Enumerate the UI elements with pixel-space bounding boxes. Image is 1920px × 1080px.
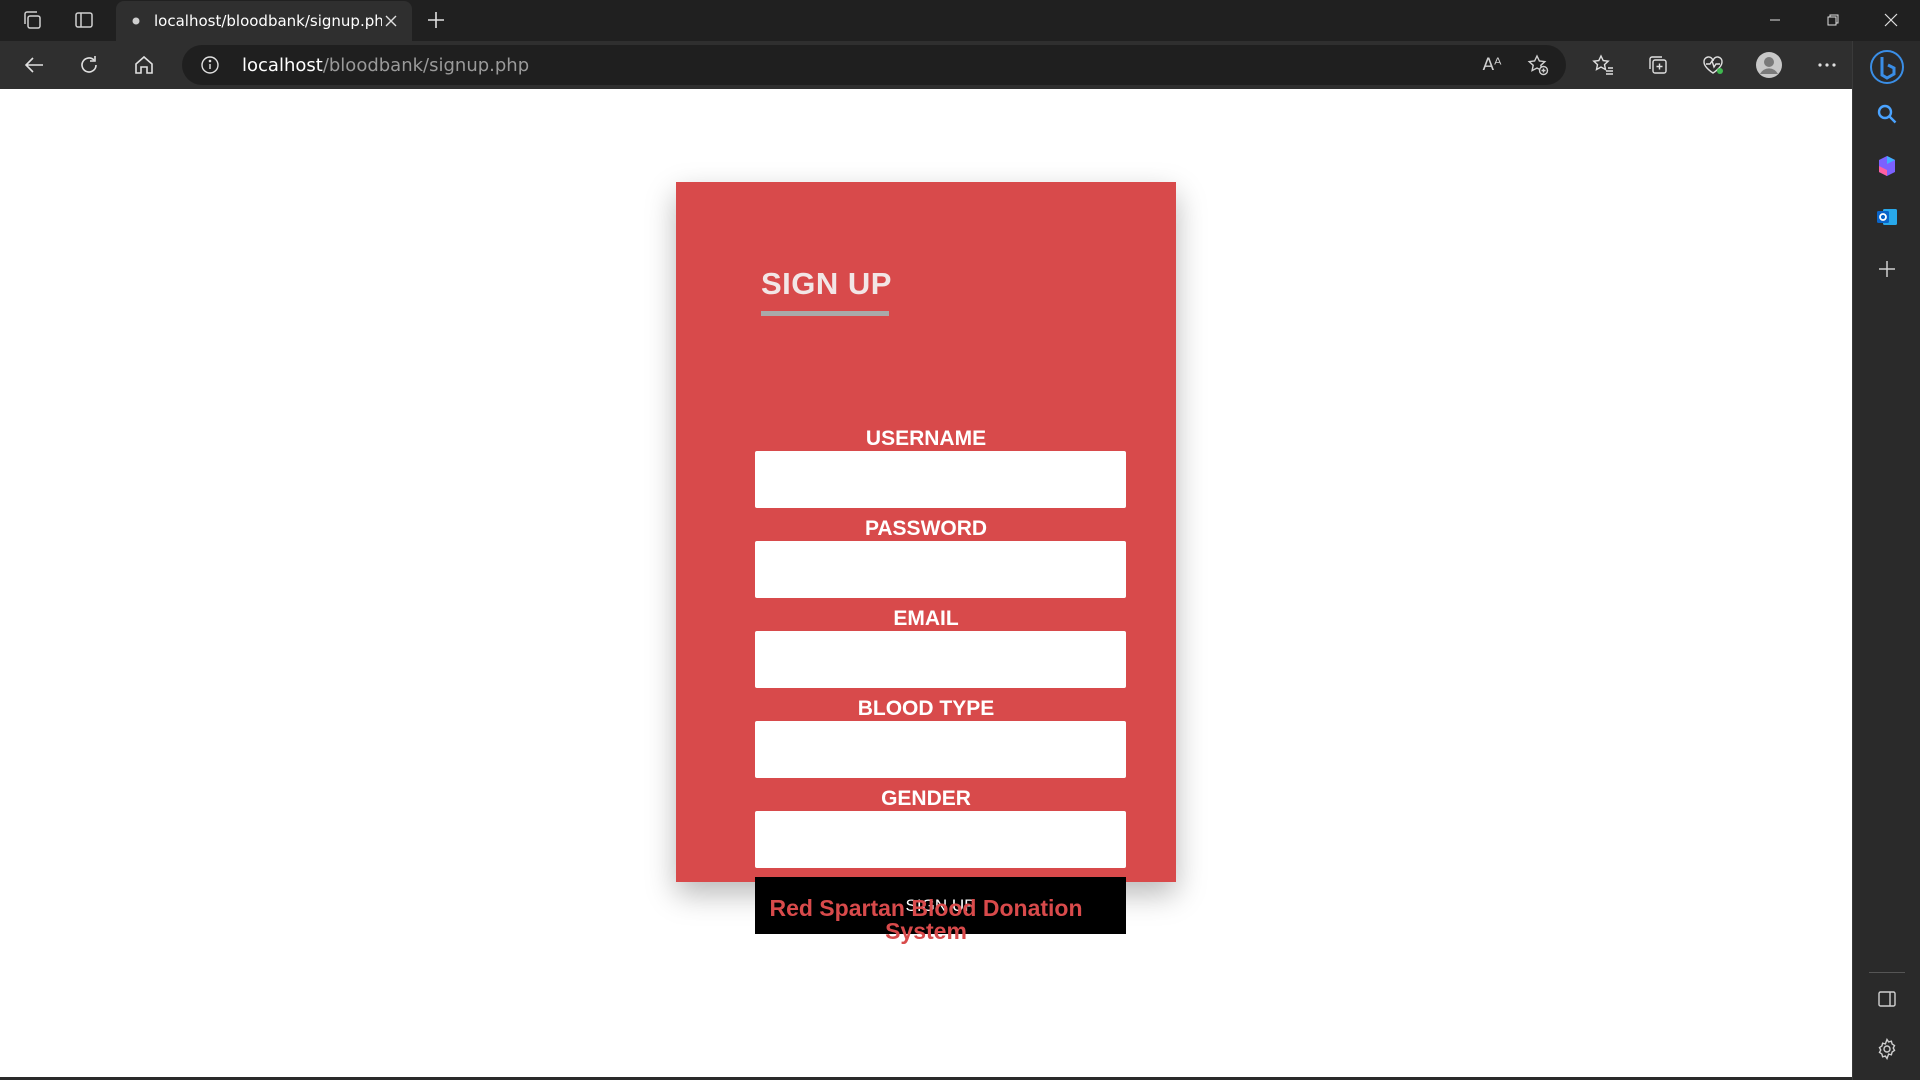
- password-label: PASSWORD: [864, 517, 988, 540]
- collections-icon[interactable]: [1644, 51, 1672, 79]
- tab-title: localhost/bloodbank/signup.php: [154, 12, 382, 30]
- browser-sidebar: [1852, 41, 1920, 1080]
- more-options-icon[interactable]: [1813, 51, 1841, 79]
- browser-toolbar: localhost/bloodbank/signup.php Aᴬ: [0, 41, 1920, 89]
- read-aloud-icon[interactable]: Aᴬ: [1480, 53, 1504, 77]
- profile-avatar-icon[interactable]: [1755, 51, 1783, 79]
- bing-chat-icon[interactable]: [1869, 49, 1905, 85]
- sidebar-divider: [1869, 972, 1905, 973]
- system-name-text: Red Spartan Blood Donation System: [769, 895, 1083, 944]
- workspaces-icon[interactable]: [20, 8, 44, 32]
- url-host: localhost: [242, 55, 323, 76]
- page-favicon-icon: [128, 13, 144, 29]
- refresh-icon[interactable]: [75, 51, 103, 79]
- form-title: SIGN UP: [761, 266, 892, 301]
- copilot-icon[interactable]: [1873, 152, 1901, 180]
- address-bar[interactable]: localhost/bloodbank/signup.php Aᴬ: [182, 45, 1566, 85]
- active-tab[interactable]: localhost/bloodbank/signup.php: [116, 1, 412, 41]
- search-icon[interactable]: [1873, 100, 1901, 128]
- site-info-icon[interactable]: [200, 55, 220, 75]
- add-icon[interactable]: [1873, 255, 1901, 283]
- sidebar-toggle-icon[interactable]: [1873, 985, 1901, 1013]
- url-text[interactable]: localhost/bloodbank/signup.php: [242, 55, 529, 76]
- tab-actions-icon[interactable]: [72, 8, 96, 32]
- home-icon[interactable]: [130, 51, 158, 79]
- url-path: /bloodbank/signup.php: [322, 55, 530, 76]
- blood-type-input[interactable]: [755, 721, 1126, 778]
- page-content: SIGN UP USERNAME PASSWORD EMAIL BLOOD TY…: [0, 89, 1852, 1077]
- browser-essentials-icon[interactable]: [1699, 51, 1727, 79]
- read-aloud-glyph: Aᴬ: [1482, 55, 1502, 75]
- username-input[interactable]: [755, 451, 1126, 508]
- new-tab-icon[interactable]: [424, 8, 448, 32]
- outlook-icon[interactable]: [1873, 203, 1901, 231]
- title-underline: [761, 311, 889, 316]
- already-registered-link[interactable]: Already Registered: [676, 943, 1176, 967]
- minimize-icon[interactable]: [1757, 6, 1793, 34]
- gender-input[interactable]: [755, 811, 1126, 868]
- blood-type-label: BLOOD TYPE: [857, 697, 995, 720]
- email-input[interactable]: [755, 631, 1126, 688]
- favorites-icon[interactable]: [1589, 51, 1617, 79]
- gender-label: GENDER: [881, 787, 971, 810]
- signup-card: SIGN UP USERNAME PASSWORD EMAIL BLOOD TY…: [676, 182, 1176, 966]
- username-label: USERNAME: [865, 427, 987, 450]
- back-icon[interactable]: [20, 51, 48, 79]
- settings-icon[interactable]: [1873, 1035, 1901, 1063]
- password-input[interactable]: [755, 541, 1126, 598]
- add-favorite-icon[interactable]: [1526, 53, 1550, 77]
- restore-icon[interactable]: [1815, 6, 1851, 34]
- email-label: EMAIL: [893, 607, 959, 630]
- tab-strip: localhost/bloodbank/signup.php: [0, 0, 1920, 41]
- close-tab-icon[interactable]: [382, 12, 400, 30]
- close-window-icon[interactable]: [1873, 6, 1909, 34]
